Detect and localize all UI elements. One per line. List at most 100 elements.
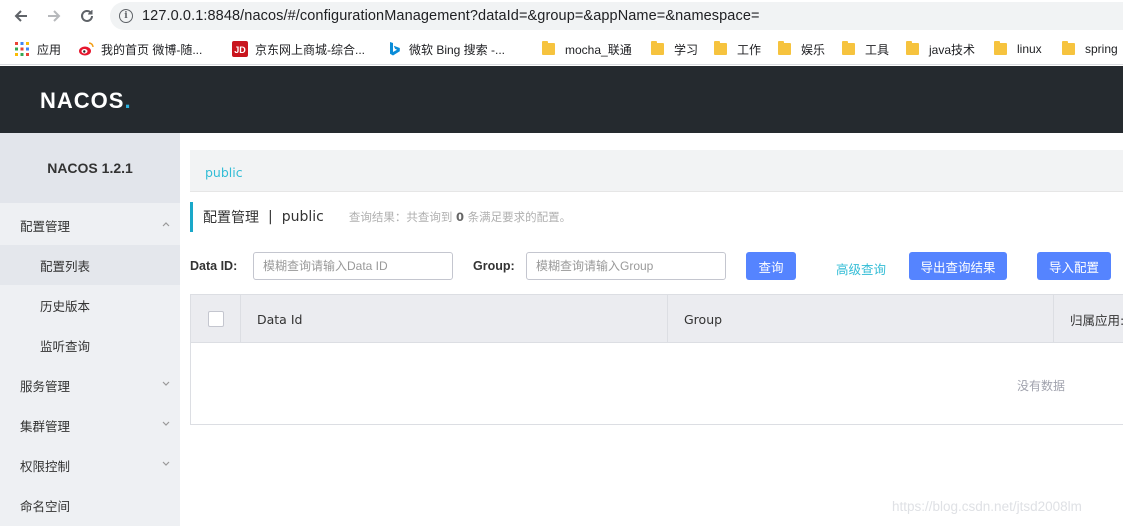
config-table: Data Id Group 归属应用: 没有数据	[190, 294, 1123, 425]
version-title: NACOS 1.2.1	[0, 133, 180, 203]
export-results-button[interactable]: 导出查询结果	[909, 252, 1007, 280]
summary-suffix: 条满足要求的配置。	[467, 210, 572, 224]
bookmark-weibo[interactable]: 我的首页 微博-随...	[78, 40, 202, 58]
forward-button[interactable]	[43, 5, 65, 27]
bookmark-folder-linux[interactable]: linux	[994, 40, 1042, 58]
menu-label: 配置管理	[20, 218, 71, 234]
reload-button[interactable]	[76, 5, 98, 27]
bookmark-label: 应用	[37, 42, 62, 57]
svg-text:JD: JD	[234, 45, 246, 55]
folder-icon	[714, 41, 727, 55]
bookmark-label: java技术	[929, 42, 976, 57]
reload-icon	[81, 9, 93, 22]
bookmark-apps[interactable]: 应用	[14, 40, 61, 58]
menu-label: 集群管理	[20, 418, 71, 434]
bookmark-folder-mocha[interactable]: mocha_联通	[542, 40, 632, 58]
browser-toolbar: i 127.0.0.1:8848/nacos/#/configurationMa…	[0, 0, 1123, 33]
menu-label: 命名空间	[20, 498, 71, 514]
namespace-bar: public	[190, 150, 1123, 192]
folder-icon	[1062, 41, 1075, 55]
sidebar: NACOS 1.2.1 配置管理 配置列表 历史版本 监听查询 服务管理 集群管…	[0, 133, 180, 526]
group-label: Group:	[473, 259, 515, 273]
app-header: NACOS.	[0, 66, 1123, 133]
select-all-checkbox[interactable]	[207, 311, 224, 327]
bookmark-label: 工具	[865, 42, 890, 57]
page-title: 配置管理	[203, 210, 259, 226]
weibo-icon	[78, 41, 94, 57]
menu-label: 历史版本	[40, 298, 91, 314]
chevron-down-icon	[162, 461, 170, 466]
menu-label: 权限控制	[20, 458, 71, 474]
folder-icon	[906, 41, 919, 55]
folder-icon	[651, 41, 664, 55]
folder-icon	[542, 41, 555, 55]
bookmark-label: 京东网上商城-综合...	[255, 42, 365, 57]
bookmark-jd[interactable]: JD 京东网上商城-综合...	[232, 40, 365, 58]
folder-icon	[842, 41, 855, 55]
dataid-label: Data ID:	[190, 259, 238, 273]
chevron-down-icon	[162, 381, 170, 386]
column-header-dataid[interactable]: Data Id	[241, 295, 668, 343]
arrow-right-icon	[48, 10, 61, 22]
menu-config-management[interactable]: 配置管理	[0, 205, 180, 245]
nacos-logo[interactable]: NACOS.	[40, 88, 132, 114]
menu-label: 服务管理	[20, 378, 71, 394]
namespace-tab-public[interactable]: public	[205, 165, 243, 180]
search-button[interactable]: 查询	[746, 252, 796, 280]
column-header-group[interactable]: Group	[668, 295, 1054, 343]
bookmark-folder-java[interactable]: java技术	[906, 40, 975, 58]
address-bar[interactable]: i 127.0.0.1:8848/nacos/#/configurationMa…	[110, 2, 1123, 30]
summary-prefix: 查询结果：共查询到	[348, 210, 453, 224]
menu-service-management[interactable]: 服务管理	[0, 365, 180, 405]
bookmark-label: 微软 Bing 搜索 -...	[409, 42, 506, 57]
menu-history[interactable]: 历史版本	[0, 285, 180, 325]
menu-listener-query[interactable]: 监听查询	[0, 325, 180, 365]
bookmark-folder-tools[interactable]: 工具	[842, 40, 889, 58]
chevron-down-icon	[162, 421, 170, 426]
group-input[interactable]	[526, 252, 726, 280]
bookmark-folder-spring[interactable]: spring	[1062, 40, 1118, 58]
dataid-input[interactable]	[253, 252, 453, 280]
column-header-app[interactable]: 归属应用:	[1054, 295, 1123, 343]
table-header: Data Id Group 归属应用:	[191, 295, 1123, 343]
bookmark-folder-work[interactable]: 工作	[714, 40, 761, 58]
menu-config-list[interactable]: 配置列表	[0, 245, 180, 285]
bookmark-label: 我的首页 微博-随...	[101, 42, 203, 57]
page-title-row: 配置管理 | public 查询结果：共查询到 0 条满足要求的配置。	[190, 202, 571, 232]
bookmark-label: 学习	[674, 42, 699, 57]
info-icon[interactable]: i	[119, 9, 133, 23]
menu-permission-control[interactable]: 权限控制	[0, 445, 180, 485]
bookmark-label: mocha_联通	[565, 42, 632, 57]
arrow-left-icon	[14, 10, 27, 22]
menu-label: 配置列表	[40, 258, 91, 274]
apps-grid-icon	[14, 41, 30, 57]
menu-cluster-management[interactable]: 集群管理	[0, 405, 180, 445]
bookmark-label: spring	[1085, 42, 1118, 56]
summary-count: 0	[456, 210, 465, 224]
import-config-button[interactable]: 导入配置	[1037, 252, 1111, 280]
folder-icon	[778, 41, 791, 55]
menu-namespace[interactable]: 命名空间	[0, 485, 180, 525]
query-summary: 查询结果：共查询到 0 条满足要求的配置。	[349, 209, 571, 225]
bookmark-label: 娱乐	[801, 42, 826, 57]
bookmark-bing[interactable]: 微软 Bing 搜索 -...	[386, 40, 505, 58]
advanced-search-link[interactable]: 高级查询	[836, 259, 886, 278]
url-text: 127.0.0.1:8848/nacos/#/configurationMana…	[142, 8, 760, 24]
menu-label: 监听查询	[40, 338, 91, 354]
title-separator: |	[268, 209, 273, 225]
back-button[interactable]	[10, 5, 32, 27]
bookmark-folder-study[interactable]: 学习	[651, 40, 698, 58]
page-namespace: public	[281, 209, 324, 225]
bookmark-label: linux	[1017, 42, 1042, 56]
chevron-up-icon	[162, 222, 170, 227]
select-all-cell	[191, 295, 241, 343]
logo-text: NACOS	[40, 88, 125, 113]
bookmark-label: 工作	[737, 42, 762, 57]
logo-dot: .	[124, 88, 132, 113]
empty-state: 没有数据	[1017, 379, 1066, 393]
bookmarks-bar: 应用 我的首页 微博-随... JD 京东网上商城-综合... 微软 Bing …	[0, 33, 1123, 65]
jd-icon: JD	[232, 41, 248, 57]
bookmark-folder-fun[interactable]: 娱乐	[778, 40, 825, 58]
folder-icon	[994, 41, 1007, 55]
watermark: https://blog.csdn.net/jtsd2008lm	[892, 499, 1082, 514]
